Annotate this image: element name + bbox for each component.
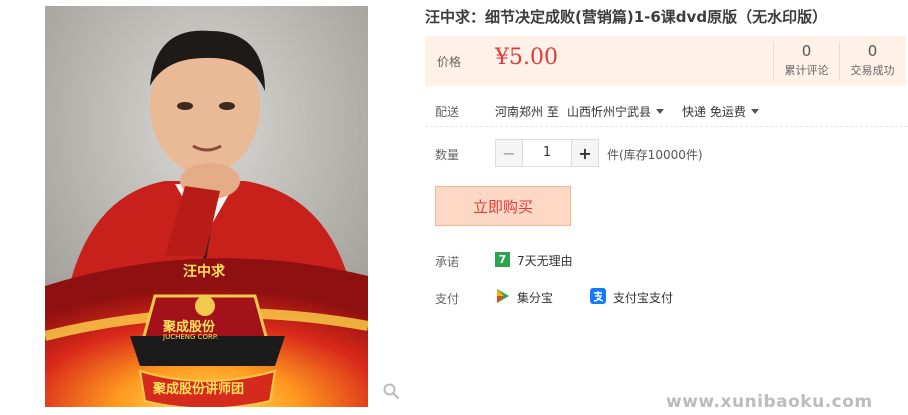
magnifier-icon bbox=[383, 383, 400, 400]
buy-now-button[interactable]: 立即购买 bbox=[435, 186, 571, 226]
sales-count-label: 交易成功 bbox=[850, 64, 895, 77]
decrease-quantity-button[interactable]: − bbox=[496, 140, 522, 166]
price-panel: 价格 ¥5.00 0 累计评论 0 交易成功 bbox=[425, 36, 906, 86]
zoom-button[interactable] bbox=[378, 378, 404, 404]
quantity-input[interactable]: 1 bbox=[522, 140, 572, 166]
price-value: ¥5.00 bbox=[495, 45, 558, 70]
photo-logo-subtext: JUCHENG CORP. bbox=[163, 333, 219, 341]
chevron-down-icon bbox=[656, 109, 665, 114]
stock-info: 件(库存10000件) bbox=[607, 148, 703, 162]
product-title: 汪中求：细节决定成败(营销篇)1-6课dvd原版（无水印版） bbox=[425, 8, 828, 26]
payment-method-alipay[interactable]: 支付宝支付 bbox=[613, 289, 673, 306]
quantity-label: 数量 bbox=[435, 148, 460, 162]
review-count: 0 bbox=[801, 42, 812, 60]
quantity-stepper: − 1 + bbox=[495, 139, 599, 167]
sales-count-stat[interactable]: 0 交易成功 bbox=[839, 42, 905, 80]
shipping-destination-select[interactable]: 山西忻州宁武县 bbox=[567, 103, 665, 120]
review-count-label: 累计评论 bbox=[784, 64, 829, 77]
shipping-destination: 山西忻州宁武县 bbox=[567, 105, 652, 119]
review-count-stat[interactable]: 0 累计评论 bbox=[773, 42, 839, 80]
increase-quantity-button[interactable]: + bbox=[572, 140, 598, 166]
sales-count: 0 bbox=[867, 42, 878, 60]
shipping-label: 配送 bbox=[435, 105, 460, 119]
shipping-method: 快递 免运费 bbox=[682, 105, 746, 119]
product-image[interactable]: 汪中求 聚成股份 JUCHENG CORP. 聚成股份讲师团 bbox=[45, 6, 368, 407]
alipay-icon bbox=[590, 288, 606, 304]
site-watermark: www.xunibaoku.com bbox=[666, 392, 873, 412]
promise-text[interactable]: 7天无理由 bbox=[517, 252, 573, 269]
shipping-from: 河南郑州 至 bbox=[495, 105, 559, 119]
payment-label: 支付 bbox=[435, 292, 460, 306]
photo-ribbon-text: 聚成股份讲师团 bbox=[153, 382, 245, 397]
divider bbox=[425, 126, 908, 127]
promise-label: 承诺 bbox=[435, 255, 460, 269]
shipping-method-select[interactable]: 快递 免运费 bbox=[682, 103, 759, 120]
seven-day-return-icon: 7 bbox=[495, 252, 510, 267]
jifenbao-icon bbox=[497, 289, 509, 303]
photo-name-caption: 汪中求 bbox=[183, 264, 225, 280]
product-gallery: 汪中求 聚成股份 JUCHENG CORP. 聚成股份讲师团 bbox=[0, 0, 410, 415]
payment-method-jifenbao[interactable]: 集分宝 bbox=[517, 289, 553, 306]
chevron-down-icon bbox=[750, 109, 759, 114]
price-label: 价格 bbox=[437, 55, 462, 69]
product-photo-illustration bbox=[45, 6, 368, 407]
